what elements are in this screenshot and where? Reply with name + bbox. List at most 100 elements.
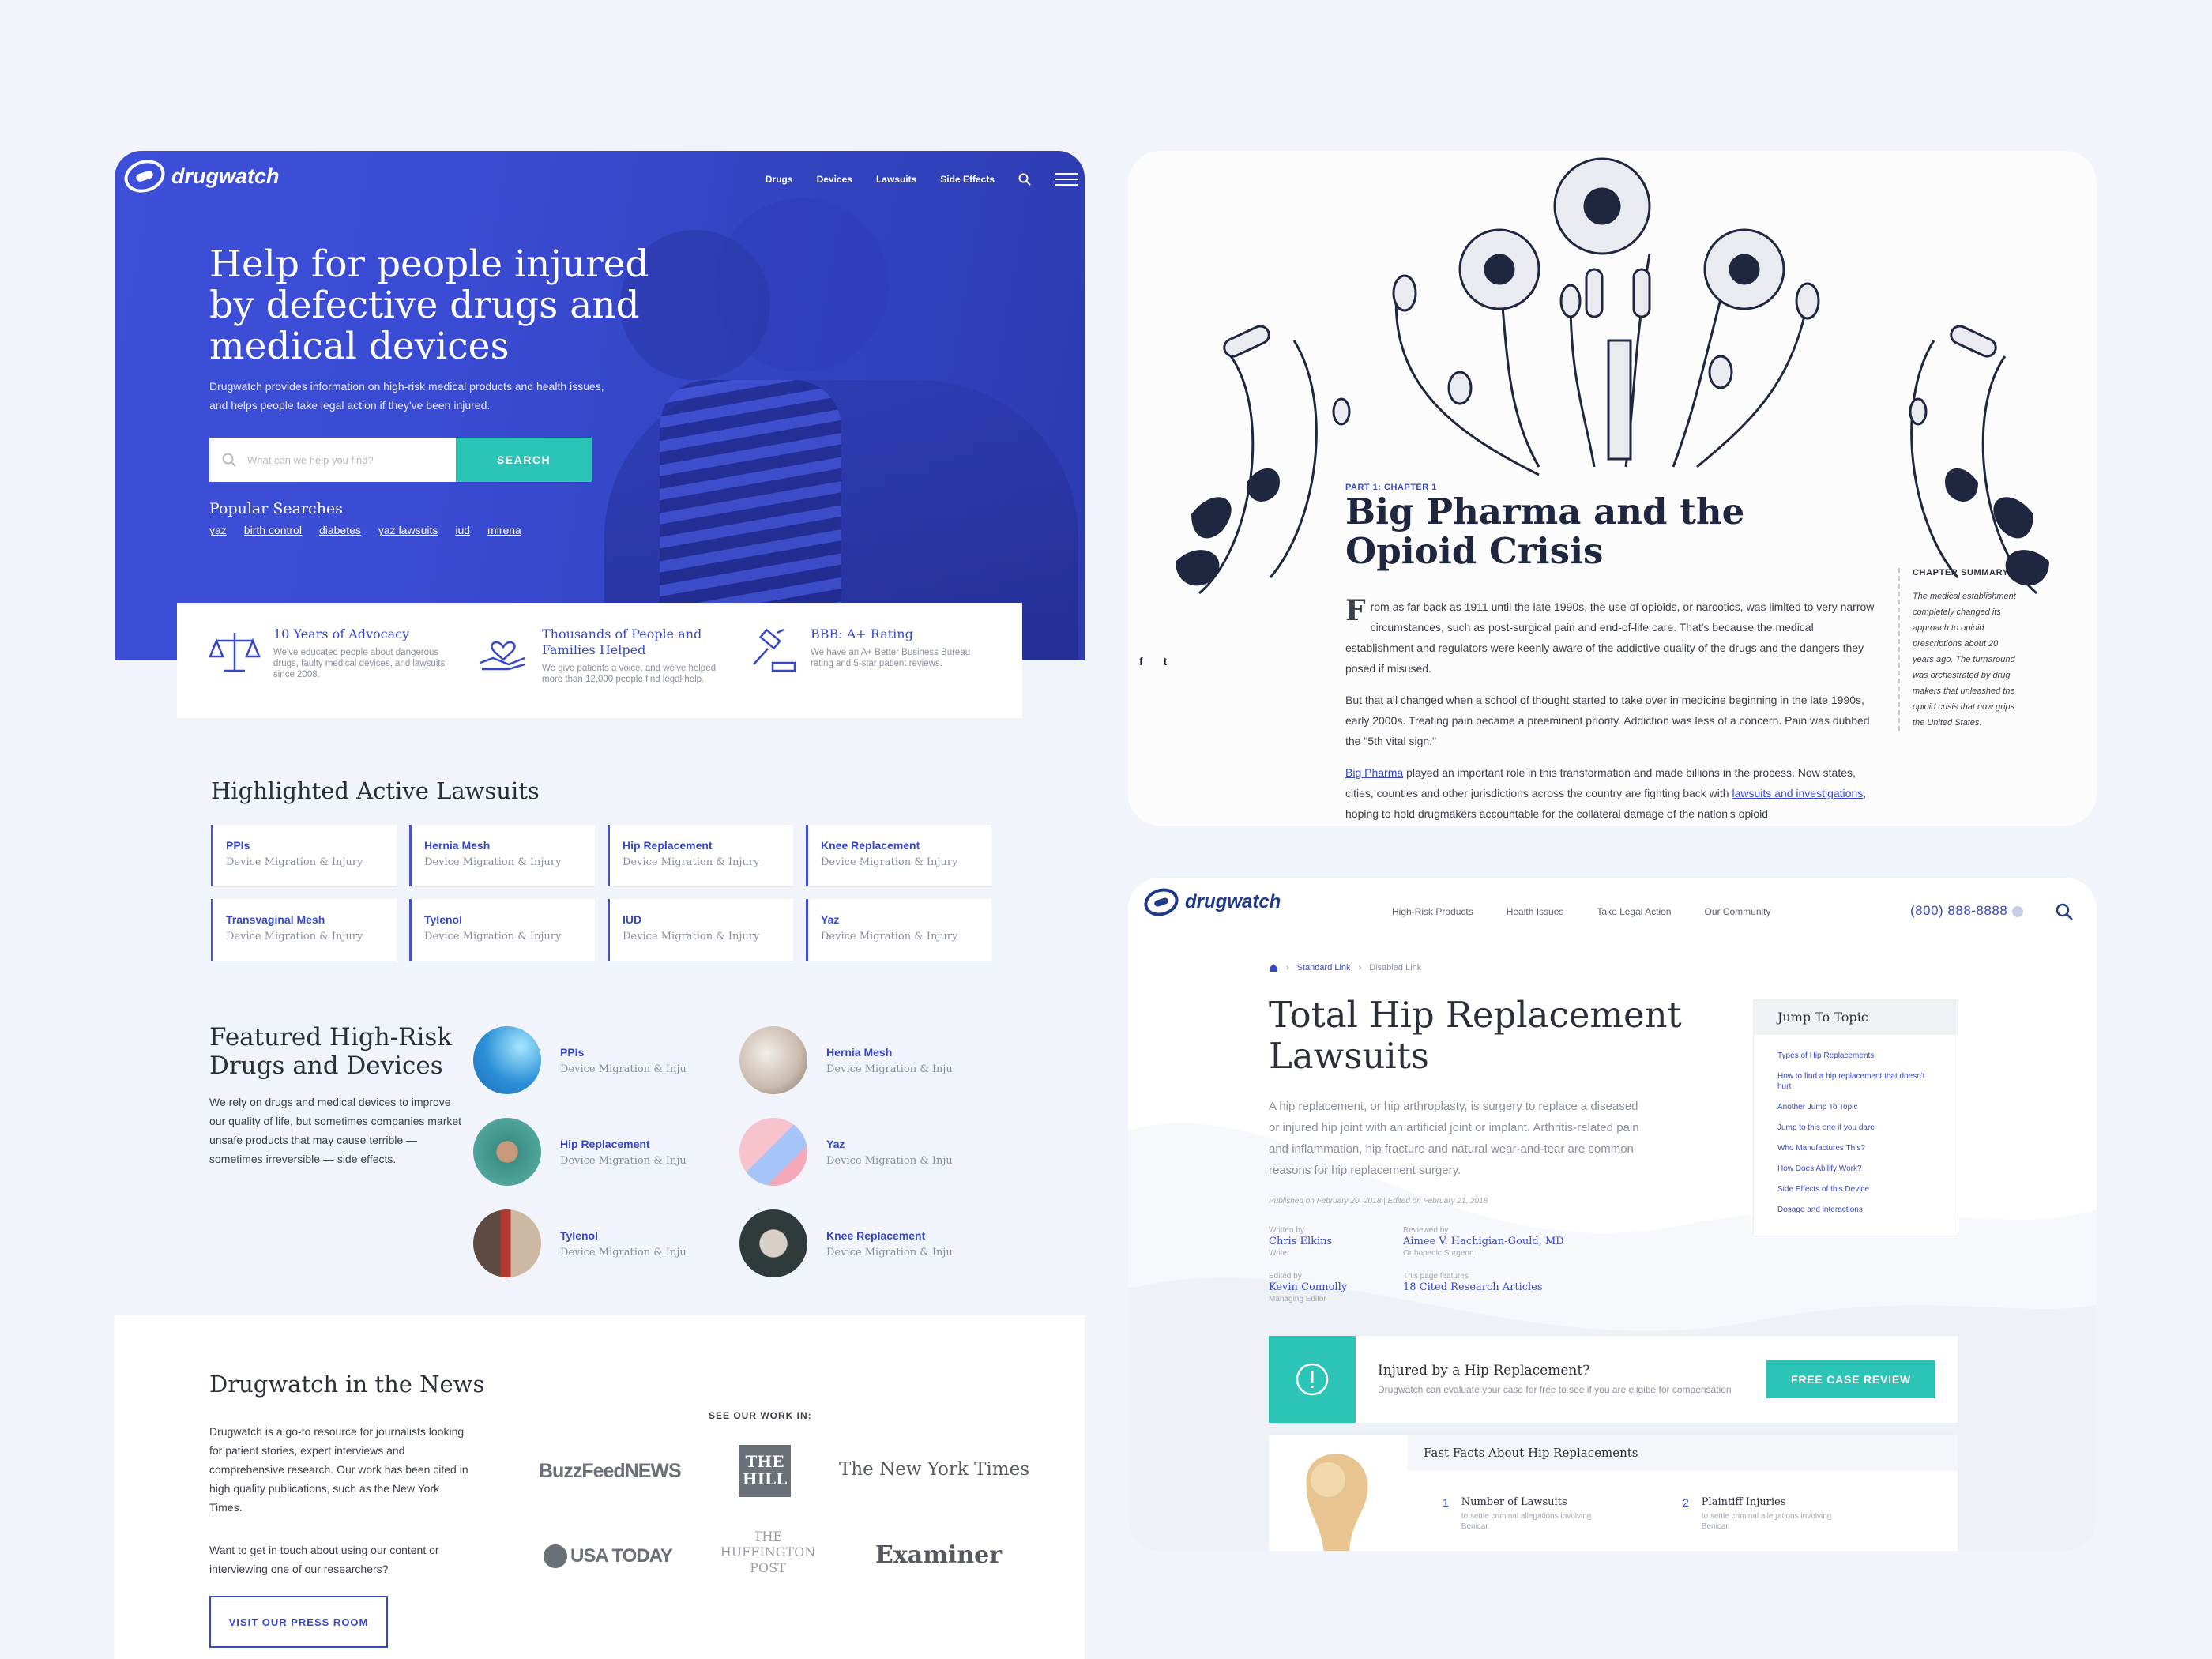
fact-number: 1 (1443, 1496, 1449, 1509)
facebook-icon[interactable]: f (1139, 655, 1143, 668)
lawsuit-name: Yaz (821, 913, 840, 926)
nav-our-community[interactable]: Our Community (1704, 906, 1770, 917)
page-title: Total Hip Replacement Lawsuits (1269, 994, 1682, 1077)
toc-link[interactable]: Another Jump To Topic (1778, 1102, 1934, 1112)
featured-name: Tylenol (560, 1228, 598, 1242)
featured-sub: Device Migration & Injury (826, 1246, 953, 1258)
lawsuits-investigations-link[interactable]: lawsuits and investigations (1732, 787, 1863, 799)
featured-item[interactable]: Hip Replacement Device Migration & Injury (473, 1118, 726, 1186)
hip-replacement-panel: drugwatch High-Risk Products Health Issu… (1128, 878, 2097, 1551)
gavel-icon (753, 628, 796, 672)
toc-link[interactable]: Dosage and interactions (1778, 1205, 1934, 1215)
press-room-button[interactable]: VISIT OUR PRESS ROOM (209, 1596, 388, 1648)
popular-link[interactable]: birth control (244, 524, 302, 536)
lawsuits-grid: PPIs Device Migration & Injury Hernia Mes… (211, 825, 991, 961)
lawsuit-sub: Device Migration & Injury (821, 931, 958, 942)
nav-side-effects[interactable]: Side Effects (940, 174, 995, 185)
editor-link[interactable]: Kevin Connolly (1269, 1281, 1347, 1294)
free-case-review-button[interactable]: FREE CASE REVIEW (1766, 1360, 1936, 1398)
toc-link[interactable]: Who Manufactures This? (1778, 1143, 1934, 1153)
usa-today-text: USA TODAY (570, 1545, 673, 1567)
toc-link[interactable]: How to find a hip replacement that doesn… (1778, 1071, 1934, 1092)
knee-replacement-thumbnail (739, 1209, 807, 1277)
featured-item[interactable]: Knee Replacement Device Migration & Injur… (739, 1209, 992, 1277)
page-intro: A hip replacement, or hip arthroplasty, … (1269, 1100, 1639, 1177)
share-links: f t (1139, 655, 1167, 668)
lawsuit-card[interactable]: Tylenol Device Migration & Injury (409, 899, 595, 961)
nav-health-issues[interactable]: Health Issues (1507, 906, 1564, 917)
paragraph-text: rom as far back as 1911 until the late 1… (1345, 600, 1875, 675)
featured-description: We rely on drugs and medical devices to … (209, 1096, 462, 1165)
featured-item[interactable]: Tylenol Device Migration & Injury (473, 1209, 726, 1277)
fact-item: 2 Plaintiff Injuries to settle criminal a… (1683, 1496, 1860, 1532)
lawsuit-card[interactable]: Yaz Device Migration & Injury (806, 899, 991, 961)
scales-icon (209, 633, 261, 672)
toc-link[interactable]: Jump to this one if you dare (1778, 1123, 1934, 1133)
search-input[interactable]: What can we help you find? (209, 438, 456, 482)
nav-lawsuits[interactable]: Lawsuits (876, 174, 916, 185)
toc-link[interactable]: How Does Abilify Work? (1778, 1164, 1934, 1174)
home-icon[interactable] (1269, 963, 1278, 972)
search-icon[interactable] (2056, 903, 2073, 920)
fact-item: 1 Number of Lawsuits to settle criminal a… (1443, 1496, 1620, 1532)
cited-articles-link[interactable]: 18 Cited Research Articles (1403, 1281, 1543, 1294)
lawsuits-section-title: Highlighted Active Lawsuits (211, 777, 540, 804)
fact-title: Plaintiff Injuries (1701, 1496, 1786, 1508)
lawsuit-card[interactable]: PPIs Device Migration & Injury (211, 825, 397, 886)
helping-hands-icon (480, 641, 525, 671)
nav-high-risk-products[interactable]: High-Risk Products (1392, 906, 1473, 917)
hero-search: What can we help you find? SEARCH (209, 438, 592, 482)
popular-link[interactable]: iud (455, 524, 470, 536)
summary-title: CHAPTER SUMMARY (1913, 568, 2009, 577)
article-title: Big Pharma and the Opioid Crisis (1345, 491, 1745, 572)
lawsuit-name: Tylenol (424, 913, 462, 926)
hamburger-menu-icon[interactable] (1055, 171, 1078, 187)
fast-facts: Fast Facts About Hip Replacements 1 Numb… (1269, 1435, 1958, 1551)
breadcrumb: › Standard Link › Disabled Link (1269, 963, 1421, 972)
drop-cap: F (1345, 594, 1366, 627)
nav-take-legal-action[interactable]: Take Legal Action (1597, 906, 1671, 917)
cta-text: Drugwatch can evaluate your case for fre… (1378, 1384, 1732, 1395)
popular-link[interactable]: mirena (487, 524, 521, 536)
chapter-summary: CHAPTER SUMMARY The medical establishmen… (1898, 568, 2017, 731)
see-our-work-label: SEE OUR WORK IN: (709, 1410, 812, 1421)
featured-sub: Device Migration & Injury (560, 1246, 687, 1258)
drugwatch-logo[interactable]: drugwatch (120, 154, 280, 198)
featured-item[interactable]: PPIs Device Migration & Injury (473, 1026, 726, 1094)
nav-drugs[interactable]: Drugs (766, 174, 793, 185)
popular-link[interactable]: diabetes (319, 524, 361, 536)
summary-text: The medical establishment completely cha… (1913, 592, 2016, 728)
lawsuit-card[interactable]: IUD Device Migration & Injury (608, 899, 793, 961)
drugwatch-logo[interactable]: drugwatch (1140, 884, 1281, 920)
search-button[interactable]: SEARCH (456, 438, 592, 482)
featured-item[interactable]: Yaz Device Migration & Injury (739, 1118, 992, 1186)
author-link[interactable]: Chris Elkins (1269, 1236, 1332, 1248)
popular-link[interactable]: yaz (209, 524, 227, 536)
nav-devices[interactable]: Devices (817, 174, 852, 185)
popular-link[interactable]: yaz lawsuits (378, 524, 438, 536)
chevron-right-icon: › (1286, 963, 1289, 972)
lawsuit-card[interactable]: Hip Replacement Device Migration & Injury (608, 825, 793, 886)
big-pharma-link[interactable]: Big Pharma (1345, 766, 1403, 779)
fact-number: 2 (1683, 1496, 1689, 1509)
featured-item[interactable]: Hernia Mesh Device Migration & Injury (739, 1026, 992, 1094)
meta-role: Writer (1269, 1249, 1290, 1258)
help-icon[interactable] (2011, 905, 2023, 917)
reviewer-link[interactable]: Aimee V. Hachigian-Gould, MD (1403, 1236, 1564, 1248)
author-edited: Edited by Kevin Connolly Managing Editor (1269, 1271, 1347, 1304)
news-contact-text: Want to get in touch about using our con… (209, 1544, 439, 1575)
phone-number[interactable]: (800) 888-8888 (1910, 903, 2023, 919)
twitter-icon[interactable]: t (1164, 655, 1168, 668)
top-navigation: drugwatch Drugs Devices Lawsuits Side Ef… (115, 151, 1085, 206)
toc-link[interactable]: Side Effects of this Device (1778, 1184, 1934, 1194)
toc-link[interactable]: Types of Hip Replacements (1778, 1051, 1934, 1061)
lawsuit-card[interactable]: Knee Replacement Device Migration & Injur… (806, 825, 991, 886)
page-features: This page features 18 Cited Research Arti… (1403, 1271, 1543, 1294)
breadcrumb-current: Disabled Link (1369, 963, 1422, 972)
lawsuit-card[interactable]: Hernia Mesh Device Migration & Injury (409, 825, 595, 886)
search-icon[interactable] (1018, 173, 1031, 186)
lawsuit-card[interactable]: Transvaginal Mesh Device Migration & Inju… (211, 899, 397, 961)
breadcrumb-link[interactable]: Standard Link (1297, 963, 1351, 972)
lawsuit-sub: Device Migration & Injury (226, 856, 363, 868)
news-description: Drugwatch is a go-to resource for journa… (209, 1425, 468, 1514)
